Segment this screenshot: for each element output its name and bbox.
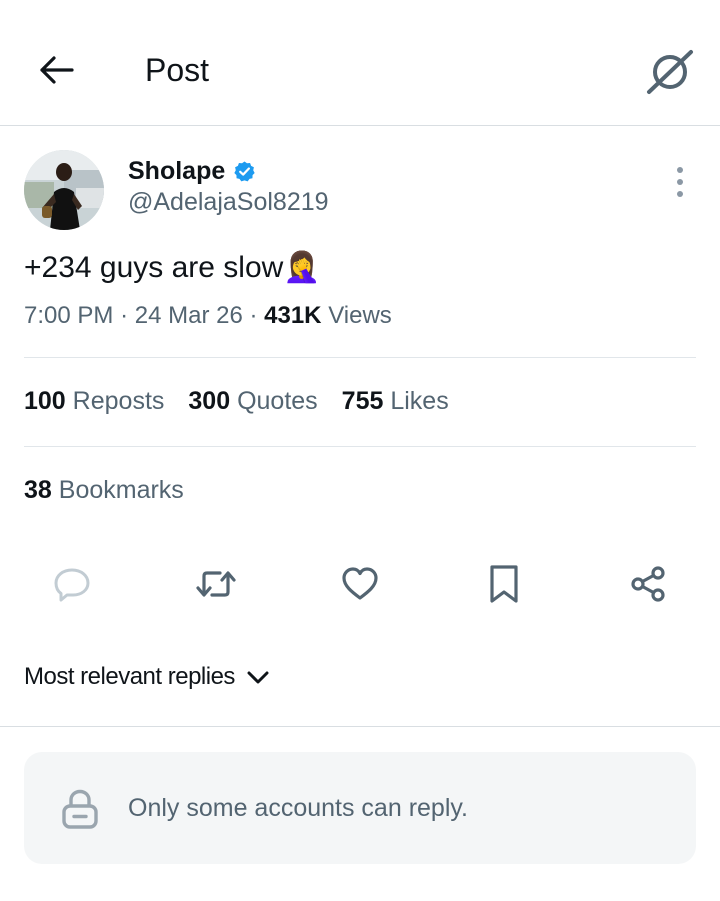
sort-label: Most relevant replies xyxy=(24,663,235,690)
grok-icon xyxy=(647,50,693,94)
verified-badge-icon xyxy=(234,161,255,182)
bookmarks-stat[interactable]: 38 Bookmarks xyxy=(24,476,184,505)
post-text: +234 guys are slow🤦‍♀️ xyxy=(24,251,321,284)
reposts-label: Reposts xyxy=(72,387,165,415)
reply-restriction-text: Only some accounts can reply. xyxy=(128,794,468,822)
post-date: 24 Mar 26 xyxy=(134,302,243,329)
share-icon xyxy=(631,566,665,602)
more-vertical-icon xyxy=(677,167,683,173)
post-time: 7:00 PM xyxy=(24,302,114,329)
heart-icon xyxy=(342,567,378,600)
likes-label: Likes xyxy=(390,387,449,415)
quotes-count: 300 xyxy=(188,387,231,415)
author-name[interactable]: Sholape xyxy=(128,157,225,186)
author-name-row: Sholape xyxy=(128,157,256,186)
reply-button[interactable] xyxy=(44,556,100,612)
post-meta: 7:00 PM · 24 Mar 26 · 431K Views xyxy=(24,302,392,330)
chevron-down-icon xyxy=(247,671,269,684)
divider xyxy=(24,446,696,447)
repost-button[interactable] xyxy=(188,556,244,612)
back-button[interactable] xyxy=(34,50,78,90)
like-button[interactable] xyxy=(332,556,388,612)
share-button[interactable] xyxy=(620,556,676,612)
action-bar xyxy=(0,556,720,612)
author-handle[interactable]: @AdelajaSol8219 xyxy=(128,188,329,217)
bookmark-button[interactable] xyxy=(476,556,532,612)
bookmarks-count: 38 xyxy=(24,476,52,504)
avatar[interactable] xyxy=(24,150,104,230)
bookmarks-label: Bookmarks xyxy=(58,476,184,504)
reposts-count: 100 xyxy=(24,387,66,415)
divider xyxy=(24,357,696,358)
grok-button[interactable] xyxy=(644,48,696,96)
likes-stat[interactable]: 755 Likes xyxy=(342,387,449,416)
repost-icon xyxy=(196,571,236,597)
top-bar: Post xyxy=(0,0,720,126)
meta-separator: · xyxy=(120,302,129,329)
views-count[interactable]: 431K xyxy=(264,302,321,329)
lock-icon xyxy=(62,789,98,829)
reposts-stat[interactable]: 100 Reposts xyxy=(24,387,164,416)
views-label[interactable]: Views xyxy=(328,302,392,329)
reply-restriction-notice: Only some accounts can reply. xyxy=(24,752,696,864)
meta-separator: · xyxy=(249,302,258,329)
avatar-image xyxy=(24,150,104,230)
more-options-button[interactable] xyxy=(664,165,696,199)
replies-sort-dropdown[interactable]: Most relevant replies xyxy=(24,663,271,691)
reply-icon xyxy=(54,568,90,602)
bookmark-icon xyxy=(490,565,518,603)
arrow-left-icon xyxy=(40,56,74,84)
stats-row: 100 Reposts 300 Quotes 755 Likes xyxy=(24,387,449,416)
likes-count: 755 xyxy=(341,387,384,415)
page-title: Post xyxy=(145,52,210,88)
quotes-label: Quotes xyxy=(237,387,318,415)
divider xyxy=(0,726,720,727)
quotes-stat[interactable]: 300 Quotes xyxy=(188,387,317,416)
